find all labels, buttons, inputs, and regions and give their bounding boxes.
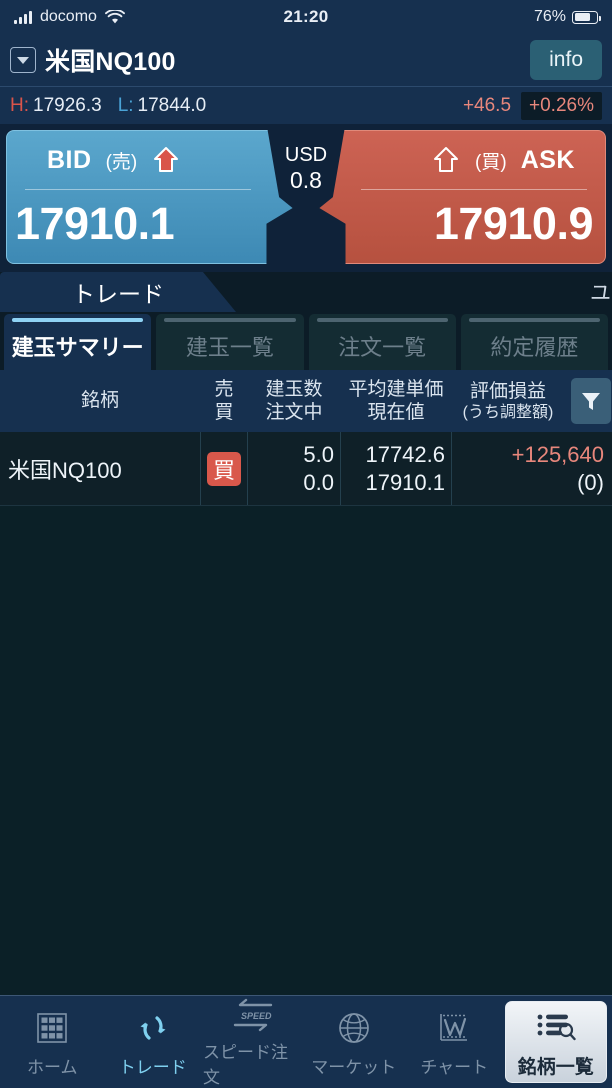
column-header-adjustment: (うち調整額) xyxy=(462,403,554,421)
change-percent-badge: +0.26% xyxy=(521,91,602,120)
table-row[interactable]: 米国NQ100 買 5.0 0.0 17742.6 17910.1 +125,6… xyxy=(0,432,612,506)
arrow-up-solid-icon xyxy=(151,145,181,175)
status-bar-clock: 21:20 xyxy=(283,7,329,26)
column-header-buy: 買 xyxy=(214,402,234,423)
bottom-nav-bar: ホーム トレード SPEED スピード注文 マーケット チャート 銘柄一覧 xyxy=(0,995,612,1088)
low-value: 17844.0 xyxy=(137,94,207,116)
app-root: docomo 21:20 76% 米国NQ100 info H: 17926.3 xyxy=(0,0,612,1088)
cell-avg-price: 17742.6 xyxy=(365,442,445,467)
bid-sublabel: (売) xyxy=(105,151,138,173)
cell-pl: +125,640 (0) xyxy=(452,432,612,505)
svg-text:SPEED: SPEED xyxy=(241,1011,272,1021)
column-header-quantity: 建玉数 注文中 xyxy=(248,370,340,432)
cell-quantity: 5.0 0.0 xyxy=(248,432,340,505)
spread-currency: USD xyxy=(284,144,328,167)
change-group: +46.5 +0.26% xyxy=(462,91,602,120)
column-header-current-price: 現在値 xyxy=(367,402,425,423)
column-header-price: 平均建単価 現在値 xyxy=(340,370,452,432)
sub-tab-bar: 建玉サマリー 建玉一覧 注文一覧 約定履歴 xyxy=(0,312,612,370)
nav-item-market[interactable]: マーケット xyxy=(304,996,405,1088)
tab-next-partial[interactable]: ユ xyxy=(590,272,612,312)
tab-trade[interactable]: トレード xyxy=(0,272,236,312)
filter-funnel-icon xyxy=(571,378,611,424)
trade-refresh-icon xyxy=(135,1007,171,1049)
empty-content-area xyxy=(0,506,612,926)
ask-price: 17910.9 xyxy=(433,198,594,249)
nav-label-chart: チャート xyxy=(420,1057,489,1077)
cell-side: 買 xyxy=(200,432,248,505)
battery-percent-label: 76% xyxy=(533,8,567,25)
ask-header: (買) ASK xyxy=(311,131,605,189)
change-absolute: +46.5 xyxy=(462,94,512,116)
cell-pending-qty: 0.0 xyxy=(303,469,334,495)
column-header-unrealized-pl: 評価損益 xyxy=(469,380,546,402)
nav-item-speed-order[interactable]: SPEED スピード注文 xyxy=(203,996,304,1088)
nav-item-chart[interactable]: チャート xyxy=(404,996,505,1088)
home-grid-icon xyxy=(35,1007,69,1049)
bid-label: BID xyxy=(47,145,92,174)
chevron-down-icon[interactable] xyxy=(10,47,36,73)
nav-item-symbol-list[interactable]: 銘柄一覧 xyxy=(504,1001,607,1083)
column-header-side: 売 買 xyxy=(200,370,248,432)
ask-label: ASK xyxy=(520,145,575,174)
symbol-header: 米国NQ100 info xyxy=(0,34,612,86)
bid-price: 17910.1 xyxy=(15,198,175,249)
column-header-pending-qty: 注文中 xyxy=(265,402,323,423)
speed-order-icon: SPEED xyxy=(231,996,275,1034)
info-button[interactable]: info xyxy=(530,40,602,80)
status-bar: docomo 21:20 76% xyxy=(0,0,612,34)
bid-button[interactable]: BID (売) 17910.1 xyxy=(6,130,302,264)
column-header-avg-price: 平均建単価 xyxy=(348,378,444,400)
high-value-group: H: 17926.3 xyxy=(10,95,102,117)
low-value-group: L: 17844.0 xyxy=(118,95,207,117)
high-low-row: H: 17926.3 L: 17844.0 +46.5 +0.26% xyxy=(0,86,612,124)
quote-panel: BID (売) 17910.1 USD 0.8 (買) ASK 17910.9 xyxy=(0,124,612,272)
signal-bars-icon xyxy=(14,10,32,24)
sub-tab-position-list[interactable]: 建玉一覧 xyxy=(156,314,304,370)
buy-badge: 買 xyxy=(207,451,241,486)
table-header: 銘柄 売 買 建玉数 注文中 平均建単価 現在値 評価損益 (うち調整額) xyxy=(0,370,612,432)
nav-label-market: マーケット xyxy=(311,1057,397,1077)
status-bar-right: 76% xyxy=(329,8,602,26)
section-tab-bar: トレード ユ xyxy=(0,272,612,312)
cell-current-price: 17910.1 xyxy=(365,469,445,495)
filter-button[interactable] xyxy=(570,370,612,432)
sub-tab-position-summary[interactable]: 建玉サマリー xyxy=(4,314,152,370)
nav-label-speed-order: スピード注文 xyxy=(203,1043,288,1087)
column-header-name: 銘柄 xyxy=(80,390,119,412)
column-header-pl: 評価損益 (うち調整額) xyxy=(452,370,570,432)
nav-label-home: ホーム xyxy=(27,1057,78,1077)
bid-header: BID (売) xyxy=(7,131,301,189)
high-value: 17926.3 xyxy=(33,94,102,116)
symbol-list-search-icon xyxy=(536,1006,576,1048)
sub-tab-order-list[interactable]: 注文一覧 xyxy=(308,314,456,370)
high-label: H: xyxy=(10,94,29,116)
sub-tab-execution-history[interactable]: 約定履歴 xyxy=(460,314,608,370)
cell-symbol-name: 米国NQ100 xyxy=(8,457,122,483)
cell-position-qty: 5.0 xyxy=(303,442,334,467)
status-bar-left: docomo xyxy=(14,8,284,26)
low-label: L: xyxy=(117,94,134,116)
battery-icon xyxy=(572,10,602,24)
wifi-icon xyxy=(104,9,125,25)
nav-item-home[interactable]: ホーム xyxy=(2,996,103,1088)
page-title: 米国NQ100 xyxy=(45,48,176,76)
cell-adjustment: (0) xyxy=(577,469,604,495)
cell-price: 17742.6 17910.1 xyxy=(340,432,452,505)
nav-item-trade[interactable]: トレード xyxy=(103,996,204,1088)
globe-market-icon xyxy=(336,1007,372,1049)
nav-label-symbol-list: 銘柄一覧 xyxy=(517,1056,594,1078)
carrier-label: docomo xyxy=(40,8,97,25)
nav-label-trade: トレード xyxy=(118,1057,187,1077)
column-header-sell: 売 xyxy=(214,378,234,400)
column-header-position-qty: 建玉数 xyxy=(265,378,323,400)
ask-button[interactable]: (買) ASK 17910.9 xyxy=(310,130,606,264)
spread-value: 0.8 xyxy=(290,167,322,194)
cell-unrealized-pl: +125,640 xyxy=(511,442,604,467)
arrow-up-hollow-icon xyxy=(431,145,461,175)
ask-sublabel: (買) xyxy=(475,151,507,173)
chart-icon xyxy=(436,1007,472,1049)
